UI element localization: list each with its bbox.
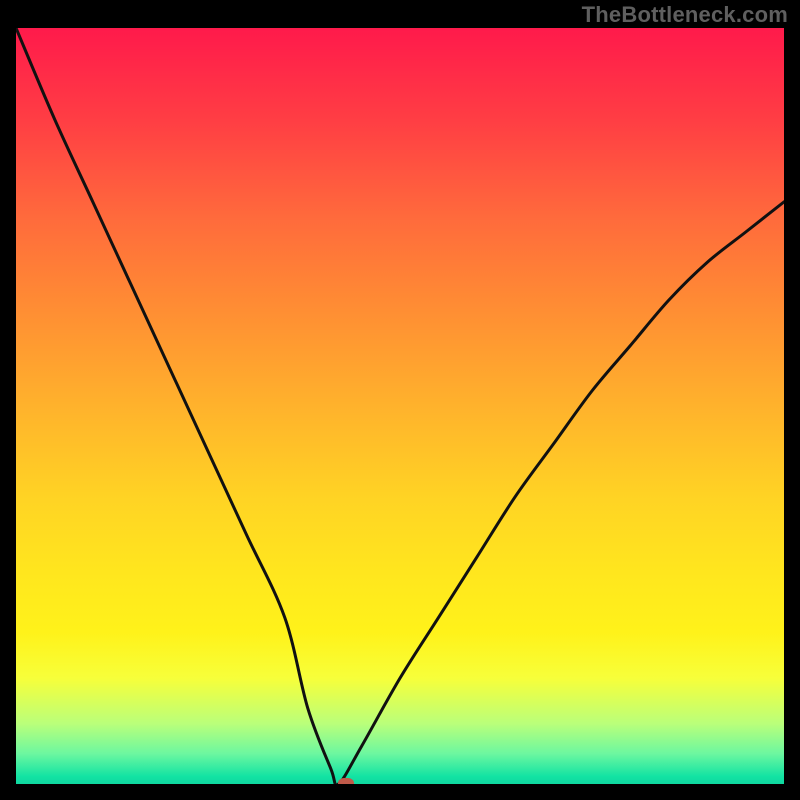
attribution-text: TheBottleneck.com (582, 2, 788, 28)
chart-frame: TheBottleneck.com (0, 0, 800, 800)
minimum-marker (338, 778, 354, 784)
curve-path (16, 28, 784, 784)
plot-area (16, 28, 784, 784)
bottleneck-curve (16, 28, 784, 784)
